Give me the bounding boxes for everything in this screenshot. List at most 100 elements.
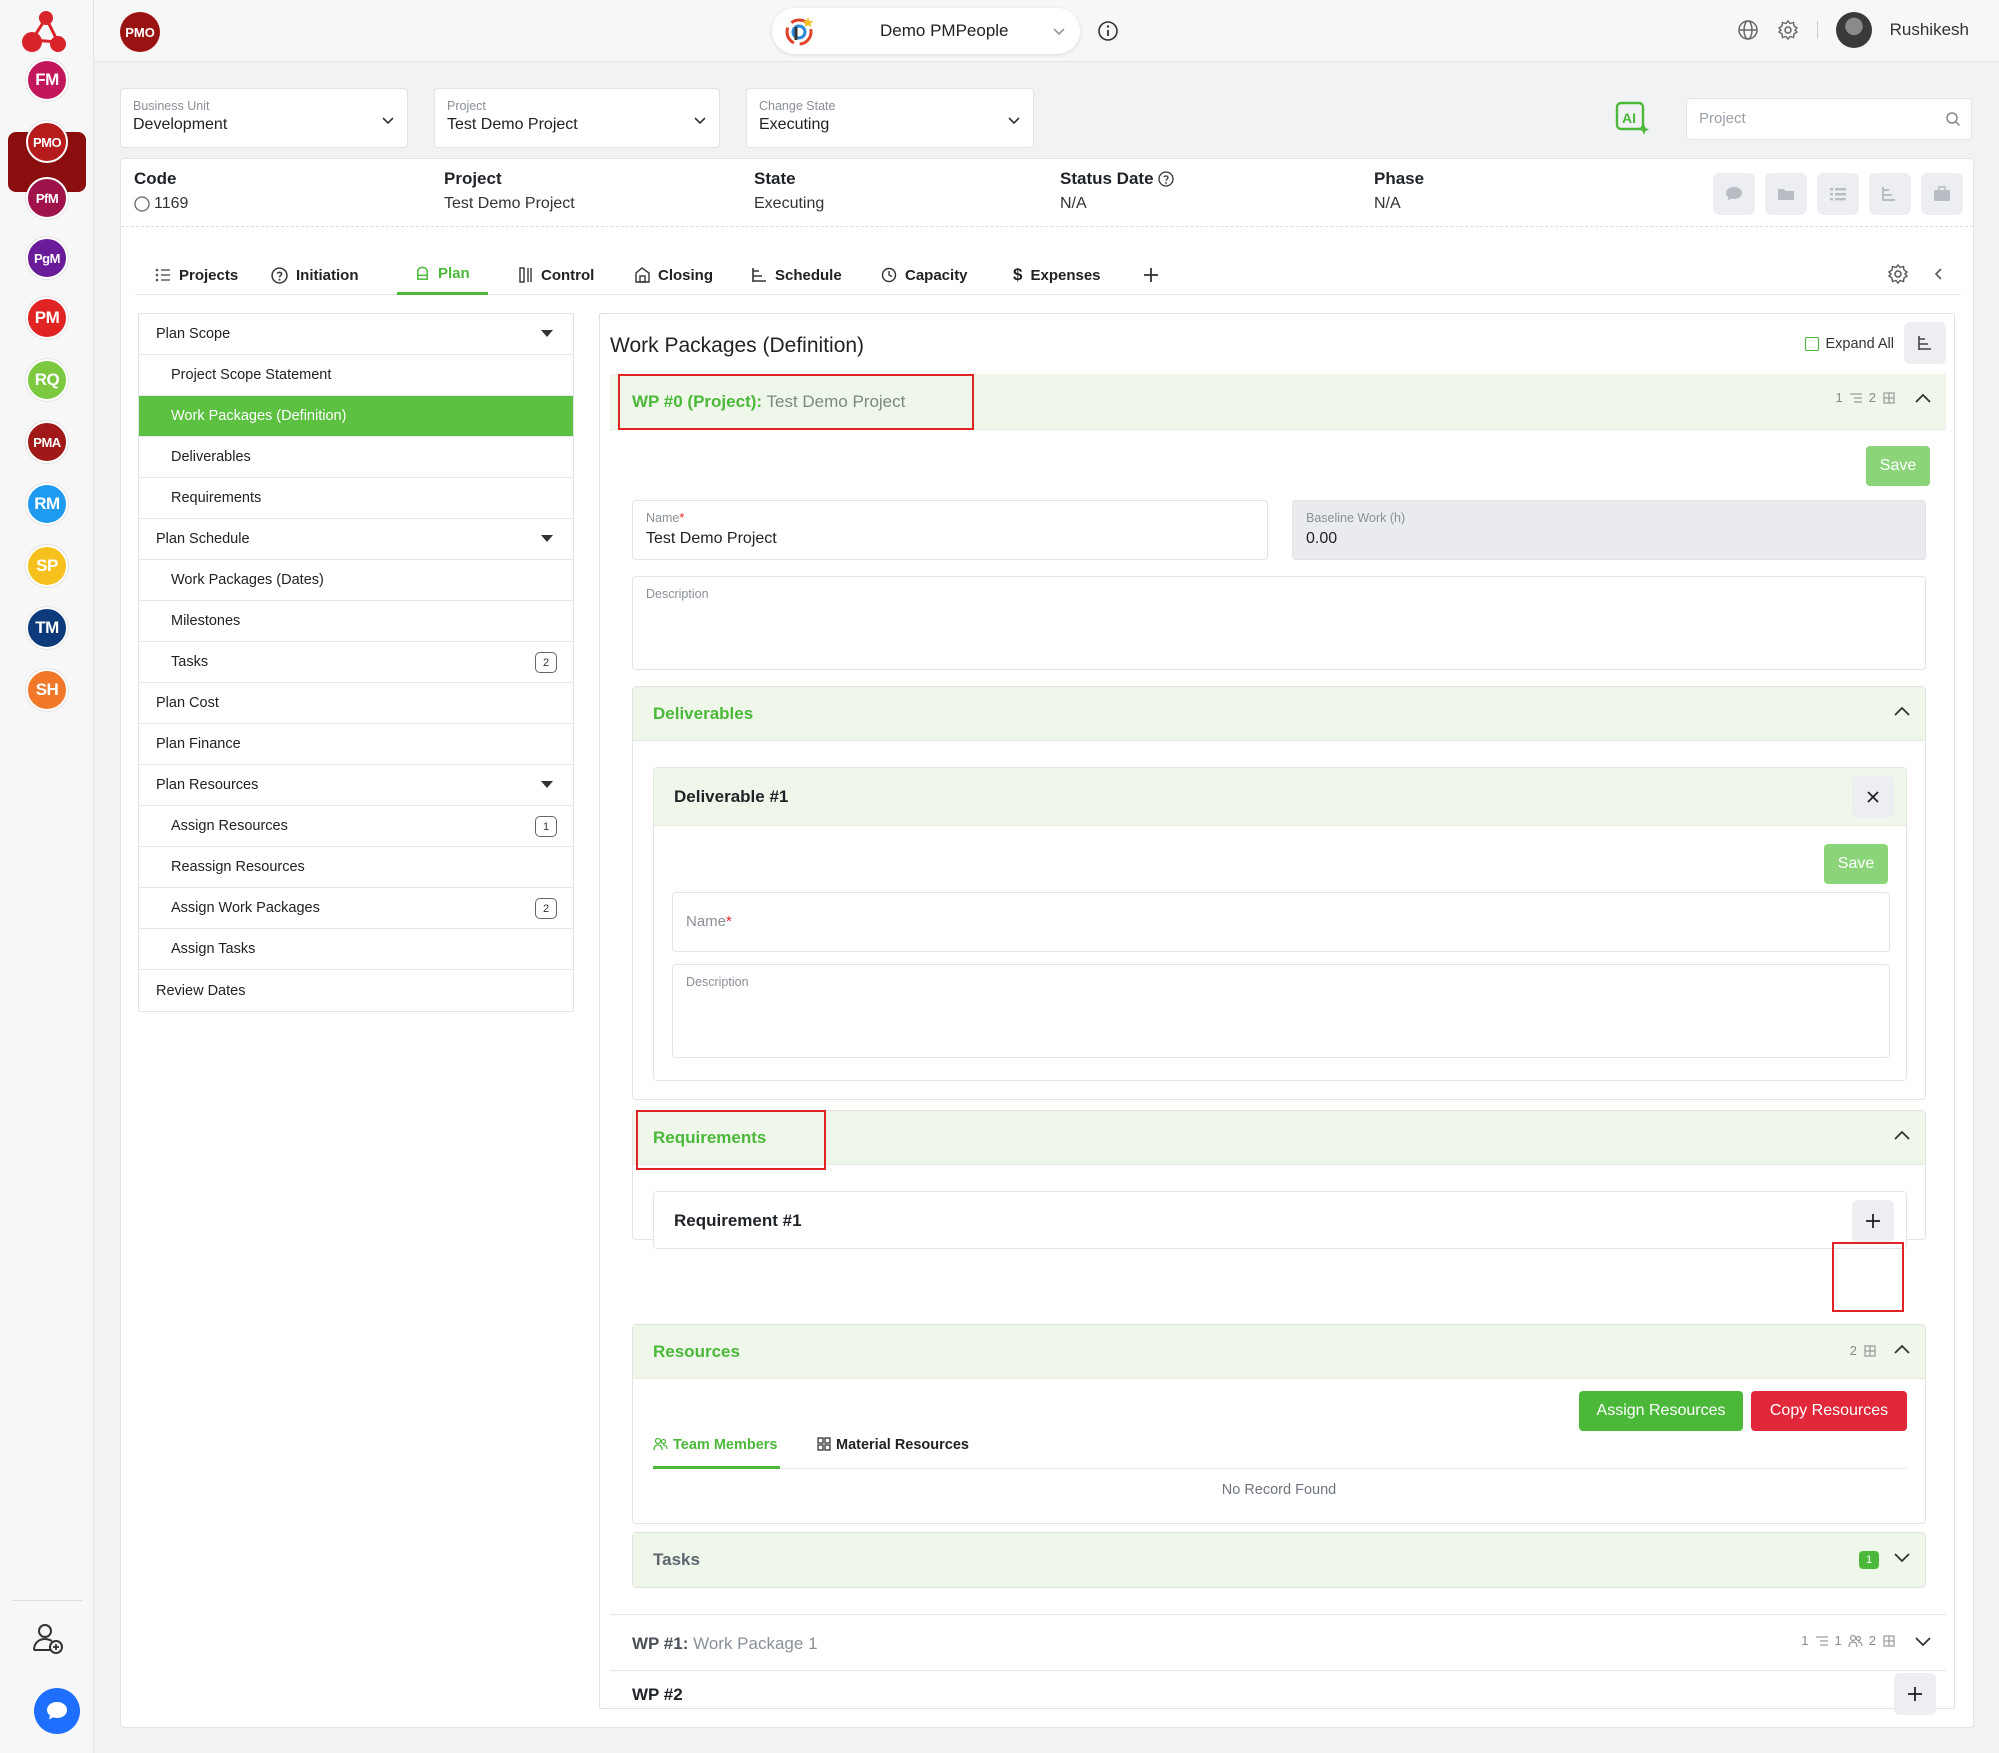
add-tab-button[interactable]: [1135, 255, 1167, 295]
assign-resources-button[interactable]: Assign Resources: [1579, 1391, 1743, 1431]
sidebar-item-label: Tasks: [171, 654, 209, 670]
sidebar-item-plan-cost[interactable]: Plan Cost: [139, 683, 573, 724]
project-search-input[interactable]: Project: [1686, 98, 1972, 140]
tab-closing[interactable]: Closing: [623, 255, 725, 295]
tasks-header[interactable]: Tasks 1: [633, 1533, 1925, 1587]
rail-item-pma[interactable]: PMA: [26, 421, 68, 463]
list-view-button[interactable]: [1817, 173, 1859, 215]
briefcase-button[interactable]: [1921, 173, 1963, 215]
business-unit-select[interactable]: Business Unit Development: [120, 88, 408, 148]
wp0-save-button[interactable]: Save: [1866, 446, 1930, 486]
rail-item-fm[interactable]: FM: [26, 59, 68, 101]
wp0-description-field[interactable]: Description: [632, 576, 1926, 670]
chevron-down-icon: [1008, 117, 1020, 125]
tab-material-resources[interactable]: Material Resources: [817, 1437, 969, 1469]
wp2-row[interactable]: WP #2: [610, 1670, 1946, 1715]
chevron-up-icon[interactable]: [1914, 392, 1932, 404]
sidebar-item-review-dates[interactable]: Review Dates: [139, 970, 573, 1011]
chevron-down-icon[interactable]: [1914, 1635, 1932, 1647]
sidebar-item-assign-work-packages[interactable]: Assign Work Packages 2: [139, 888, 573, 929]
tab-team-members[interactable]: Team Members: [653, 1437, 780, 1469]
rail-item-pm[interactable]: PM: [26, 297, 68, 339]
chat-launcher-button[interactable]: [34, 1688, 80, 1734]
organization-select[interactable]: Demo PMPeople: [772, 8, 1080, 54]
chevron-up-icon[interactable]: [1893, 1129, 1911, 1141]
sidebar-item-requirements[interactable]: Requirements: [139, 478, 573, 519]
chevron-up-icon[interactable]: [1893, 705, 1911, 717]
question-circle-icon[interactable]: [1157, 171, 1174, 187]
sidebar-item-plan-schedule[interactable]: Plan Schedule: [139, 519, 573, 560]
copy-resources-button[interactable]: Copy Resources: [1751, 1391, 1907, 1431]
sidebar-item-assign-resources[interactable]: Assign Resources 1: [139, 806, 573, 847]
wp0-meta-count-b: 2: [1868, 390, 1876, 405]
rail-item-pfm[interactable]: PfM: [26, 177, 68, 219]
chevron-left-icon[interactable]: [1933, 267, 1945, 281]
documents-button[interactable]: [1765, 173, 1807, 215]
deliverable-save-button[interactable]: Save: [1824, 844, 1888, 884]
tab-projects[interactable]: Projects: [135, 255, 258, 295]
caret-down-icon[interactable]: [541, 330, 553, 337]
rail-item-pmo[interactable]: PMO: [26, 121, 68, 163]
sidebar-item-tasks[interactable]: Tasks 2: [139, 642, 573, 683]
module-badge[interactable]: PMO: [120, 12, 160, 52]
change-state-select[interactable]: Change State Executing: [746, 88, 1034, 148]
question-circle-icon: [271, 266, 288, 284]
wp1-row[interactable]: WP #1: Work Package 1 1 1 2: [610, 1614, 1946, 1670]
remove-deliverable-button[interactable]: [1852, 776, 1894, 818]
radio-circle-icon[interactable]: [134, 196, 150, 212]
rail-item-sp[interactable]: SP: [26, 545, 68, 587]
tab-control[interactable]: Control: [507, 255, 606, 295]
chevron-up-icon[interactable]: [1893, 1343, 1911, 1355]
deliverables-title: Deliverables: [653, 704, 754, 723]
expand-all-toggle[interactable]: Expand All: [1805, 336, 1894, 352]
team-members-label: Team Members: [673, 1437, 778, 1453]
sidebar-item-project-scope-statement[interactable]: Project Scope Statement: [139, 355, 573, 396]
deliverables-header[interactable]: Deliverables: [633, 687, 1925, 741]
info-icon[interactable]: [1097, 20, 1119, 42]
sidebar-item-assign-tasks[interactable]: Assign Tasks: [139, 929, 573, 970]
rail-item-sh[interactable]: SH: [26, 669, 68, 711]
app-logo-icon[interactable]: [20, 6, 72, 56]
add-user-icon[interactable]: [30, 1620, 66, 1656]
tab-expenses[interactable]: $ Expenses: [1001, 255, 1113, 295]
caret-down-icon[interactable]: [541, 781, 553, 788]
sidebar-item-plan-scope[interactable]: Plan Scope: [139, 314, 573, 355]
requirements-header[interactable]: Requirements: [633, 1111, 1925, 1165]
gear-icon[interactable]: [1777, 19, 1799, 41]
sidebar-item-plan-finance[interactable]: Plan Finance: [139, 724, 573, 765]
rail-item-pgm[interactable]: PgM: [26, 237, 68, 279]
caret-down-icon[interactable]: [541, 535, 553, 542]
project-select[interactable]: Project Test Demo Project: [434, 88, 720, 148]
resources-header[interactable]: Resources 2: [633, 1325, 1925, 1379]
add-work-package-button[interactable]: [1894, 1673, 1936, 1715]
deliverable-description-input[interactable]: Description: [672, 964, 1890, 1058]
tab-capacity[interactable]: Capacity: [869, 255, 980, 295]
tree-view-button[interactable]: [1904, 322, 1946, 364]
rail-item-tm[interactable]: TM: [26, 607, 68, 649]
tab-initiation[interactable]: Initiation: [259, 255, 371, 295]
sidebar-item-deliverables[interactable]: Deliverables: [139, 437, 573, 478]
comments-button[interactable]: [1713, 173, 1755, 215]
add-requirement-button[interactable]: [1852, 1200, 1894, 1242]
gear-icon[interactable]: [1887, 263, 1909, 285]
requirements-section: Requirements Requirement #1: [632, 1110, 1926, 1249]
expand-all-checkbox[interactable]: [1805, 337, 1820, 351]
sidebar-item-plan-resources[interactable]: Plan Resources: [139, 765, 573, 806]
wp0-name-field[interactable]: Name* Test Demo Project: [632, 500, 1268, 560]
rail-item-rq[interactable]: RQ: [26, 359, 68, 401]
tab-schedule[interactable]: Schedule: [739, 255, 854, 295]
sidebar-item-work-packages-definition[interactable]: Work Packages (Definition): [139, 396, 573, 437]
sidebar-item-work-packages-dates[interactable]: Work Packages (Dates): [139, 560, 573, 601]
sidebar-item-label: Assign Resources: [171, 818, 288, 834]
hierarchy-button[interactable]: [1869, 173, 1911, 215]
username[interactable]: Rushikesh: [1890, 20, 1969, 40]
globe-icon[interactable]: [1737, 19, 1759, 41]
tab-plan[interactable]: Plan: [397, 255, 488, 295]
avatar[interactable]: [1835, 12, 1872, 48]
sidebar-item-reassign-resources[interactable]: Reassign Resources: [139, 847, 573, 888]
rail-item-rm[interactable]: RM: [26, 483, 68, 525]
chevron-down-icon[interactable]: [1893, 1551, 1911, 1563]
deliverable-name-input[interactable]: Name*: [672, 892, 1890, 952]
sidebar-item-milestones[interactable]: Milestones: [139, 601, 573, 642]
ai-assistant-icon[interactable]: AI: [1614, 100, 1650, 136]
